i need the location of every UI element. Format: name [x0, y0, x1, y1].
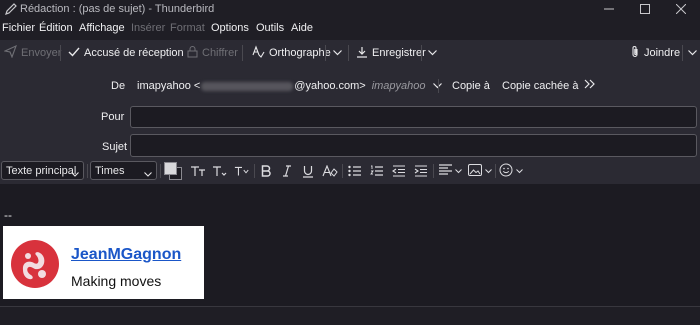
format-divider: [342, 164, 343, 178]
text-color-picker[interactable]: [163, 161, 183, 181]
spelling-button[interactable]: Orthographe: [252, 40, 331, 66]
format-divider: [433, 164, 434, 178]
chevron-down-icon: [485, 168, 492, 174]
clear-formatting-icon[interactable]: [322, 163, 338, 179]
signature-name-link[interactable]: JeanMGagnon: [71, 246, 181, 264]
chevron-down-icon: [71, 168, 79, 180]
toolbar-divider: [325, 45, 326, 61]
paperclip-icon: [630, 45, 640, 61]
numbered-list-icon[interactable]: [369, 163, 385, 179]
status-bar: [0, 306, 700, 325]
from-label: De: [111, 80, 126, 92]
text-style-icon[interactable]: [234, 163, 250, 179]
bulleted-list-icon[interactable]: [347, 163, 363, 179]
menu-inserer[interactable]: Insérer: [131, 22, 165, 34]
lock-icon: [187, 45, 198, 61]
receipt-button[interactable]: Accusé de réception: [68, 40, 184, 66]
menu-outils[interactable]: Outils: [256, 22, 284, 34]
italic-icon[interactable]: [279, 163, 295, 179]
paragraph-style-value: Texte principal: [6, 164, 77, 177]
save-label: Enregistrer: [372, 47, 426, 59]
menu-format[interactable]: Format: [170, 22, 205, 34]
underline-icon[interactable]: [300, 163, 316, 179]
format-divider: [254, 164, 255, 178]
smiley-icon: [499, 163, 513, 180]
from-name: imapyahoo <: [137, 80, 201, 92]
spellcheck-icon: [252, 45, 265, 61]
toolbar-divider: [60, 45, 61, 61]
header-divider: [438, 79, 439, 93]
insert-emoji-menu[interactable]: [498, 163, 524, 179]
outdent-icon[interactable]: [391, 163, 407, 179]
to-field[interactable]: [130, 106, 697, 128]
format-divider: [160, 164, 161, 178]
font-value: Times: [95, 164, 125, 177]
format-divider: [495, 164, 496, 178]
attach-dropdown-chevron-icon[interactable]: [684, 40, 700, 66]
font-size-larger-icon[interactable]: [190, 163, 206, 179]
compose-header: De imapyahoo < @yahoo.com> imapyahoo Cop…: [0, 66, 700, 159]
indent-icon[interactable]: [413, 163, 429, 179]
image-icon: [468, 163, 482, 179]
from-selector[interactable]: imapyahoo < @yahoo.com> imapyahoo: [137, 78, 442, 94]
to-label: Pour: [101, 111, 125, 123]
redacted-address: [201, 81, 294, 91]
font-size-smaller-icon[interactable]: [212, 163, 228, 179]
encrypt-button[interactable]: Chiffrer: [187, 40, 238, 66]
encrypt-label: Chiffrer: [202, 47, 238, 59]
subject-field[interactable]: [130, 134, 697, 157]
subject-label: Sujet: [102, 141, 128, 153]
format-toolbar: Texte principal Times: [0, 159, 700, 184]
signature-tagline: Making moves: [71, 273, 162, 289]
compose-toolbar: Envoyer Accusé de réception Chiffrer Ort…: [0, 40, 700, 66]
signature-separator: --: [4, 208, 12, 222]
download-icon: [356, 46, 368, 61]
check-icon: [68, 46, 80, 61]
minimize-button[interactable]: [592, 0, 626, 18]
cc-button[interactable]: Copie à: [452, 80, 490, 92]
align-left-icon: [438, 164, 452, 178]
font-select[interactable]: Times: [90, 161, 157, 180]
bold-icon[interactable]: [258, 163, 274, 179]
chevron-down-icon: [454, 168, 462, 174]
title-bar: Rédaction : (pas de sujet) - Thunderbird: [0, 0, 700, 18]
send-button[interactable]: Envoyer: [3, 40, 62, 66]
toolbar-divider: [421, 45, 422, 61]
toolbar-divider: [348, 45, 349, 61]
format-divider: [87, 164, 88, 178]
alignment-menu[interactable]: [437, 163, 463, 179]
chevron-down-icon: [516, 168, 523, 174]
insert-image-menu[interactable]: [467, 163, 493, 179]
spelling-dropdown-chevron-icon[interactable]: [329, 40, 345, 66]
signature-logo-icon: [10, 239, 60, 289]
menu-affichage[interactable]: Affichage: [79, 22, 125, 34]
from-account: imapyahoo: [371, 80, 426, 92]
spelling-label: Orthographe: [269, 47, 331, 59]
menu-edition[interactable]: Édition: [39, 22, 73, 34]
toolbar-divider: [242, 45, 243, 61]
receipt-label: Accusé de réception: [84, 47, 184, 59]
from-domain: @yahoo.com>: [294, 80, 366, 92]
bcc-button[interactable]: Copie cachée à: [502, 80, 578, 92]
compose-pencil-icon: [4, 2, 18, 16]
send-icon: [3, 44, 17, 61]
attach-label: Joindre: [644, 47, 681, 59]
attach-button[interactable]: Joindre: [630, 40, 680, 66]
menu-bar: Fichier Édition Affichage Insérer Format…: [0, 18, 700, 40]
menu-fichier[interactable]: Fichier: [2, 22, 35, 34]
window-title: Rédaction : (pas de sujet) - Thunderbird: [20, 3, 215, 15]
save-dropdown-chevron-icon[interactable]: [424, 40, 440, 66]
more-recipients-chevrons-icon[interactable]: [584, 79, 596, 92]
menu-aide[interactable]: Aide: [291, 22, 313, 34]
close-window-button[interactable]: [664, 0, 698, 18]
maximize-button[interactable]: [628, 0, 662, 18]
menu-options[interactable]: Options: [211, 22, 249, 34]
text-color-swatch: [164, 162, 177, 175]
paragraph-style-select[interactable]: Texte principal: [1, 161, 84, 180]
save-button[interactable]: Enregistrer: [356, 40, 426, 66]
toolbar-divider: [682, 45, 683, 61]
chevron-down-icon: [144, 168, 152, 180]
send-label: Envoyer: [21, 47, 62, 59]
